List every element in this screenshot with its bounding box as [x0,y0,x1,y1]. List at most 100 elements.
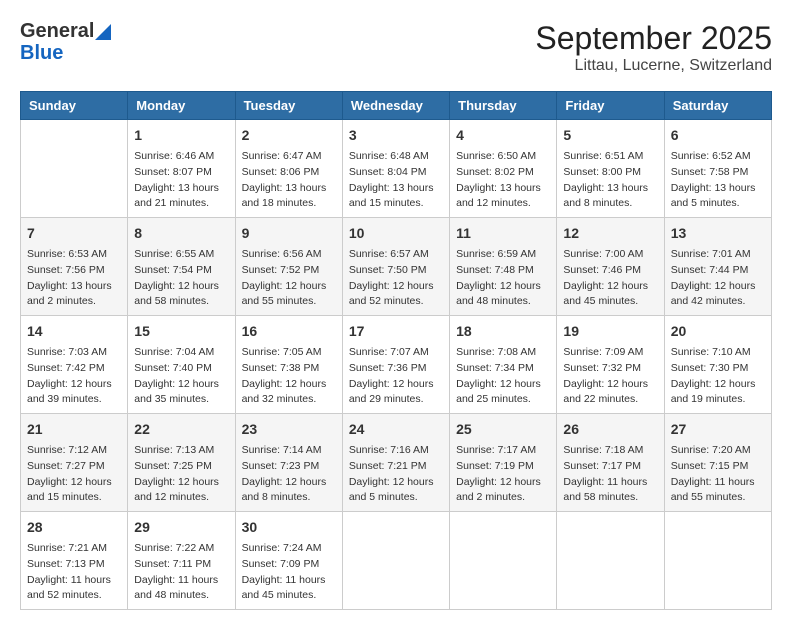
cell-sun-info: Sunrise: 7:14 AMSunset: 7:23 PMDaylight:… [242,443,336,506]
date-number: 8 [134,223,228,244]
cell-sun-info: Sunrise: 7:20 AMSunset: 7:15 PMDaylight:… [671,443,765,506]
logo-blue-text: Blue [20,42,111,64]
cell-sun-info: Sunrise: 7:12 AMSunset: 7:27 PMDaylight:… [27,443,121,506]
day-header-monday: Monday [128,92,235,120]
page-header: General Blue September 2025 Littau, Luce… [20,20,772,75]
calendar-cell: 26 Sunrise: 7:18 AMSunset: 7:17 PMDayligh… [557,414,664,512]
cell-sun-info: Sunrise: 6:48 AMSunset: 8:04 PMDaylight:… [349,149,443,212]
cell-sun-info: Sunrise: 7:04 AMSunset: 7:40 PMDaylight:… [134,345,228,408]
week-row-2: 7 Sunrise: 6:53 AMSunset: 7:56 PMDaylight… [21,218,772,316]
date-number: 9 [242,223,336,244]
cell-sun-info: Sunrise: 7:18 AMSunset: 7:17 PMDaylight:… [563,443,657,506]
cell-sun-info: Sunrise: 7:07 AMSunset: 7:36 PMDaylight:… [349,345,443,408]
date-number: 17 [349,321,443,342]
cell-sun-info: Sunrise: 7:00 AMSunset: 7:46 PMDaylight:… [563,247,657,310]
calendar-cell: 16 Sunrise: 7:05 AMSunset: 7:38 PMDayligh… [235,316,342,414]
cell-sun-info: Sunrise: 6:59 AMSunset: 7:48 PMDaylight:… [456,247,550,310]
calendar-cell: 30 Sunrise: 7:24 AMSunset: 7:09 PMDayligh… [235,512,342,610]
cell-sun-info: Sunrise: 7:03 AMSunset: 7:42 PMDaylight:… [27,345,121,408]
cell-sun-info: Sunrise: 7:10 AMSunset: 7:30 PMDaylight:… [671,345,765,408]
calendar-cell: 4 Sunrise: 6:50 AMSunset: 8:02 PMDaylight… [450,120,557,218]
calendar-cell: 10 Sunrise: 6:57 AMSunset: 7:50 PMDayligh… [342,218,449,316]
calendar-cell: 28Sunrise: 7:21 AMSunset: 7:13 PMDayligh… [21,512,128,610]
date-number: 21 [27,419,121,440]
calendar-cell: 14 Sunrise: 7:03 AMSunset: 7:42 PMDayligh… [21,316,128,414]
week-row-5: 28Sunrise: 7:21 AMSunset: 7:13 PMDayligh… [21,512,772,610]
day-header-wednesday: Wednesday [342,92,449,120]
calendar-subtitle: Littau, Lucerne, Switzerland [535,57,772,75]
date-number: 1 [134,125,228,146]
date-number: 10 [349,223,443,244]
cell-sun-info: Sunrise: 6:57 AMSunset: 7:50 PMDaylight:… [349,247,443,310]
calendar-cell: 12Sunrise: 7:00 AMSunset: 7:46 PMDayligh… [557,218,664,316]
date-number: 24 [349,419,443,440]
date-number: 3 [349,125,443,146]
cell-sun-info: Sunrise: 6:55 AMSunset: 7:54 PMDaylight:… [134,247,228,310]
date-number: 26 [563,419,657,440]
calendar-cell: 11 Sunrise: 6:59 AMSunset: 7:48 PMDayligh… [450,218,557,316]
date-number: 7 [27,223,121,244]
date-number: 2 [242,125,336,146]
calendar-cell: 8 Sunrise: 6:55 AMSunset: 7:54 PMDaylight… [128,218,235,316]
date-number: 11 [456,223,550,244]
cell-sun-info: Sunrise: 7:01 AMSunset: 7:44 PMDaylight:… [671,247,765,310]
cell-sun-info: Sunrise: 6:52 AMSunset: 7:58 PMDaylight:… [671,149,765,212]
calendar-cell: 23 Sunrise: 7:14 AMSunset: 7:23 PMDayligh… [235,414,342,512]
calendar-cell [342,512,449,610]
calendar-cell: 20 Sunrise: 7:10 AMSunset: 7:30 PMDayligh… [664,316,771,414]
date-number: 15 [134,321,228,342]
day-header-tuesday: Tuesday [235,92,342,120]
date-number: 16 [242,321,336,342]
cell-sun-info: Sunrise: 7:09 AMSunset: 7:32 PMDaylight:… [563,345,657,408]
calendar-cell [664,512,771,610]
cell-sun-info: Sunrise: 6:50 AMSunset: 8:02 PMDaylight:… [456,149,550,212]
day-header-sunday: Sunday [21,92,128,120]
calendar-cell: 24 Sunrise: 7:16 AMSunset: 7:21 PMDayligh… [342,414,449,512]
date-number: 22 [134,419,228,440]
calendar-cell: 21 Sunrise: 7:12 AMSunset: 7:27 PMDayligh… [21,414,128,512]
week-row-3: 14 Sunrise: 7:03 AMSunset: 7:42 PMDayligh… [21,316,772,414]
cell-sun-info: Sunrise: 7:13 AMSunset: 7:25 PMDaylight:… [134,443,228,506]
calendar-cell: 17 Sunrise: 7:07 AMSunset: 7:36 PMDayligh… [342,316,449,414]
cell-sun-info: Sunrise: 6:56 AMSunset: 7:52 PMDaylight:… [242,247,336,310]
calendar-cell: 19Sunrise: 7:09 AMSunset: 7:32 PMDayligh… [557,316,664,414]
calendar-cell: 1 Sunrise: 6:46 AMSunset: 8:07 PMDaylight… [128,120,235,218]
date-number: 20 [671,321,765,342]
calendar-table: SundayMondayTuesdayWednesdayThursdayFrid… [20,91,772,610]
day-header-saturday: Saturday [664,92,771,120]
logo: General Blue [20,20,111,64]
calendar-cell [557,512,664,610]
calendar-cell: 22 Sunrise: 7:13 AMSunset: 7:25 PMDayligh… [128,414,235,512]
cell-sun-info: Sunrise: 6:46 AMSunset: 8:07 PMDaylight:… [134,149,228,212]
days-header-row: SundayMondayTuesdayWednesdayThursdayFrid… [21,92,772,120]
calendar-cell: 9 Sunrise: 6:56 AMSunset: 7:52 PMDaylight… [235,218,342,316]
calendar-cell: 25Sunrise: 7:17 AMSunset: 7:19 PMDayligh… [450,414,557,512]
cell-sun-info: Sunrise: 6:53 AMSunset: 7:56 PMDaylight:… [27,247,121,310]
date-number: 23 [242,419,336,440]
date-number: 14 [27,321,121,342]
calendar-cell: 2Sunrise: 6:47 AMSunset: 8:06 PMDaylight… [235,120,342,218]
calendar-cell [21,120,128,218]
cell-sun-info: Sunrise: 7:22 AMSunset: 7:11 PMDaylight:… [134,541,228,604]
calendar-cell: 27Sunrise: 7:20 AMSunset: 7:15 PMDayligh… [664,414,771,512]
date-number: 5 [563,125,657,146]
cell-sun-info: Sunrise: 7:16 AMSunset: 7:21 PMDaylight:… [349,443,443,506]
date-number: 6 [671,125,765,146]
calendar-title: September 2025 [535,20,772,57]
date-number: 30 [242,517,336,538]
date-number: 4 [456,125,550,146]
week-row-1: 1 Sunrise: 6:46 AMSunset: 8:07 PMDaylight… [21,120,772,218]
calendar-cell: 5Sunrise: 6:51 AMSunset: 8:00 PMDaylight… [557,120,664,218]
calendar-cell: 29Sunrise: 7:22 AMSunset: 7:11 PMDayligh… [128,512,235,610]
cell-sun-info: Sunrise: 7:21 AMSunset: 7:13 PMDaylight:… [27,541,121,604]
calendar-cell: 13 Sunrise: 7:01 AMSunset: 7:44 PMDayligh… [664,218,771,316]
calendar-cell: 6 Sunrise: 6:52 AMSunset: 7:58 PMDaylight… [664,120,771,218]
calendar-cell: 18Sunrise: 7:08 AMSunset: 7:34 PMDayligh… [450,316,557,414]
cell-sun-info: Sunrise: 7:24 AMSunset: 7:09 PMDaylight:… [242,541,336,604]
week-row-4: 21 Sunrise: 7:12 AMSunset: 7:27 PMDayligh… [21,414,772,512]
date-number: 13 [671,223,765,244]
date-number: 18 [456,321,550,342]
cell-sun-info: Sunrise: 7:05 AMSunset: 7:38 PMDaylight:… [242,345,336,408]
date-number: 25 [456,419,550,440]
calendar-cell [450,512,557,610]
